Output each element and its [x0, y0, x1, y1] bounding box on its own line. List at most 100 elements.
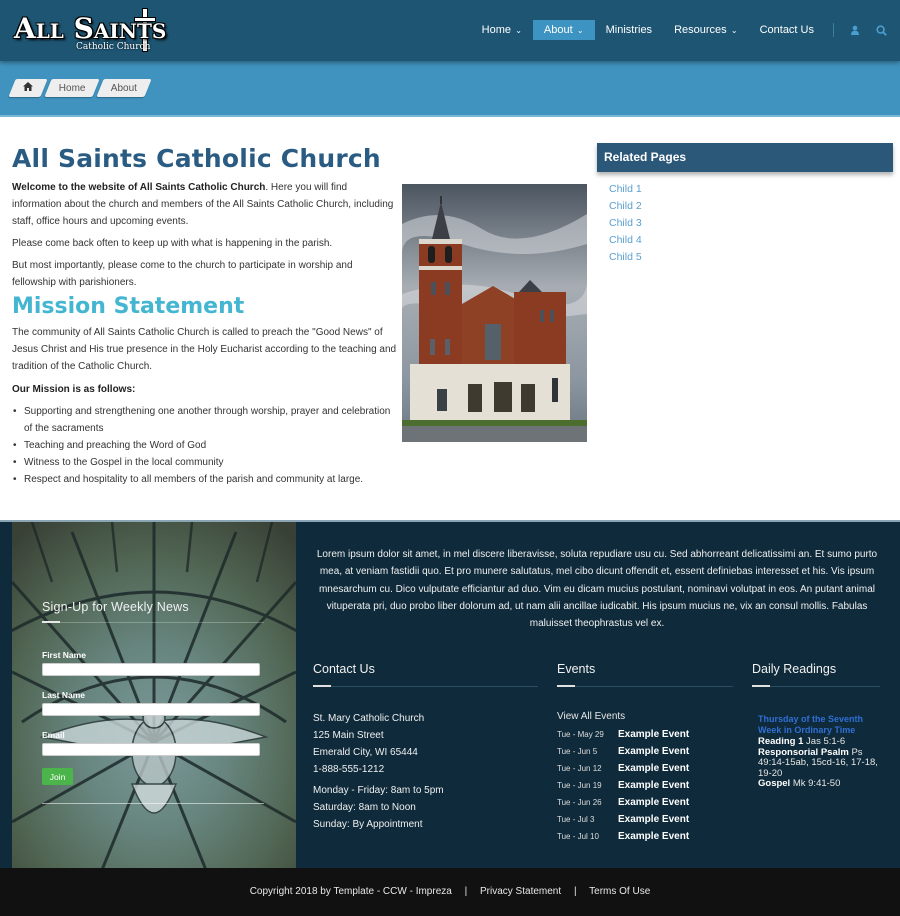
related-link-child-4[interactable]: Child 4 [609, 232, 642, 249]
hours-weekday: Monday - Friday: 8am to 5pm [313, 785, 444, 796]
welcome-paragraph: Welcome to the website of All Saints Cat… [12, 179, 397, 230]
nav-home-label: Home [481, 24, 511, 36]
contact-street: 125 Main Street [313, 730, 384, 741]
event-date: Tue - Jun 26 [557, 798, 602, 807]
nav-divider [833, 23, 834, 37]
gospel-label: Gospel [758, 778, 791, 789]
event-row: Tue - Jul 10 Example Event [557, 828, 689, 845]
event-link[interactable]: Example Event [618, 797, 689, 808]
readings-divider [752, 686, 880, 687]
logo-subtitle: Catholic Church [76, 42, 151, 52]
psalm-label: Responsorial Psalm [758, 746, 849, 758]
nav-home[interactable]: Home ⌄ [471, 20, 533, 40]
event-date: Tue - May 29 [557, 730, 604, 739]
event-row: Tue - May 29 Example Event [557, 726, 689, 743]
view-all-events-link[interactable]: View All Events [557, 711, 625, 722]
event-row: Tue - Jun 5 Example Event [557, 743, 689, 760]
event-date: Tue - Jul 10 [557, 832, 599, 841]
events-divider-accent [557, 685, 575, 687]
gospel: Gospel Mk 9:41-50 [758, 778, 884, 790]
contact-city: Emerald City, WI 65444 [313, 747, 418, 758]
reading-1-label: Reading 1 [758, 736, 804, 747]
contact-address: St. Mary Catholic Church 125 Main Street… [313, 710, 424, 778]
breadcrumb: Home About [8, 79, 152, 97]
last-name-field[interactable] [42, 703, 260, 716]
terms-of-use-link[interactable]: Terms Of Use [589, 886, 650, 897]
hours-saturday: Saturday: 8am to Noon [313, 802, 416, 813]
nav-resources[interactable]: Resources ⌄ [663, 20, 749, 40]
events-heading: Events [557, 662, 596, 676]
nav-contact-us-label: Contact Us [759, 24, 814, 36]
event-row: Tue - Jun 26 Example Event [557, 794, 689, 811]
contact-church-name: St. Mary Catholic Church [313, 713, 425, 724]
breadcrumb-home-label: Home [58, 82, 86, 94]
footer-intro-text: Lorem ipsum dolor sit amet, in mel disce… [316, 549, 878, 630]
main-nav: Home ⌄ About ⌄ Ministries Resources ⌄ Co… [471, 20, 900, 40]
separator: | [464, 886, 468, 897]
breadcrumb-about-label: About [110, 82, 138, 94]
first-name-field[interactable] [42, 663, 260, 676]
breadcrumb-home[interactable]: Home [44, 79, 100, 97]
nav-resources-label: Resources [674, 24, 727, 36]
related-pages-list: Child 1 Child 2 Child 3 Child 4 Child 5 [609, 181, 642, 266]
contact-hours: Monday - Friday: 8am to 5pm Saturday: 8a… [313, 782, 444, 833]
nav-ministries-label: Ministries [605, 24, 653, 36]
contact-phone[interactable]: 1-888-555-1212 [313, 761, 424, 778]
signup-divider [42, 622, 264, 623]
chevron-down-icon: ⌄ [728, 26, 738, 35]
mission-subheading: Our Mission is as follows: [12, 384, 136, 395]
bottom-links: Copyright 2018 by Template - CCW - Impre… [0, 886, 900, 897]
logo-title: All Saints [14, 12, 167, 45]
site-footer: Sign-Up for Weekly News First Name Last … [0, 520, 900, 870]
home-icon [23, 82, 33, 94]
nav-ministries[interactable]: Ministries [595, 20, 663, 40]
first-name-label: First Name [42, 650, 86, 660]
reading-1-ref[interactable]: Jas 5:1-6 [803, 736, 845, 747]
event-date: Tue - Jun 19 [557, 781, 602, 790]
event-link[interactable]: Example Event [618, 814, 689, 825]
readings-day-link[interactable]: Thursday of the Seventh Week in Ordinary… [758, 714, 884, 735]
gospel-ref[interactable]: Mk 9:41-50 [790, 778, 841, 789]
email-field[interactable] [42, 743, 260, 756]
join-button[interactable]: Join [42, 768, 73, 785]
list-item: Respect and hospitality to all members o… [12, 471, 397, 488]
privacy-statement-link[interactable]: Privacy Statement [480, 886, 561, 897]
signup-divider-accent [42, 621, 60, 623]
nav-contact-us[interactable]: Contact Us [749, 20, 825, 40]
mission-paragraph: The community of All Saints Catholic Chu… [12, 327, 397, 372]
related-pages-header: Related Pages [597, 143, 893, 172]
related-link-child-3[interactable]: Child 3 [609, 215, 642, 232]
related-link-child-1[interactable]: Child 1 [609, 181, 642, 198]
come-back-paragraph: Please come back often to keep up with w… [12, 238, 333, 249]
church-photo [402, 184, 587, 442]
last-name-label: Last Name [42, 690, 85, 700]
worship-paragraph: But most importantly, please come to the… [12, 260, 353, 288]
related-link-child-5[interactable]: Child 5 [609, 249, 642, 266]
page-title: All Saints Catholic Church [12, 144, 381, 173]
list-item: Teaching and preaching the Word of God [12, 437, 397, 454]
nav-about[interactable]: About ⌄ [532, 20, 595, 40]
event-date: Tue - Jul 3 [557, 815, 595, 824]
daily-readings: Thursday of the Seventh Week in Ordinary… [758, 714, 884, 790]
breadcrumb-about[interactable]: About [96, 79, 152, 97]
event-link[interactable]: Example Event [618, 831, 689, 842]
user-icon[interactable] [842, 20, 868, 40]
related-link-child-2[interactable]: Child 2 [609, 198, 642, 215]
list-item: Supporting and strengthening one another… [12, 403, 397, 437]
hours-sunday: Sunday: By Appointment [313, 819, 423, 830]
list-item: Witness to the Gospel in the local commu… [12, 454, 397, 471]
event-link[interactable]: Example Event [618, 729, 689, 740]
event-link[interactable]: Example Event [618, 746, 689, 757]
responsorial-psalm: Responsorial Psalm Ps 49:14-15ab, 15cd-1… [758, 746, 884, 780]
event-row: Tue - Jun 19 Example Event [557, 777, 689, 794]
signup-panel: Sign-Up for Weekly News First Name Last … [12, 522, 296, 870]
event-link[interactable]: Example Event [618, 780, 689, 791]
separator: | [573, 886, 577, 897]
search-icon[interactable] [868, 20, 894, 40]
welcome-bold: Welcome to the website of All Saints Cat… [12, 182, 266, 193]
copyright-text: Copyright 2018 by Template - CCW - Impre… [249, 886, 452, 897]
event-link[interactable]: Example Event [618, 763, 689, 774]
mission-heading: Mission Statement [12, 294, 245, 319]
breadcrumb-home-icon-link[interactable] [8, 79, 48, 97]
nav-about-label: About [543, 24, 573, 36]
